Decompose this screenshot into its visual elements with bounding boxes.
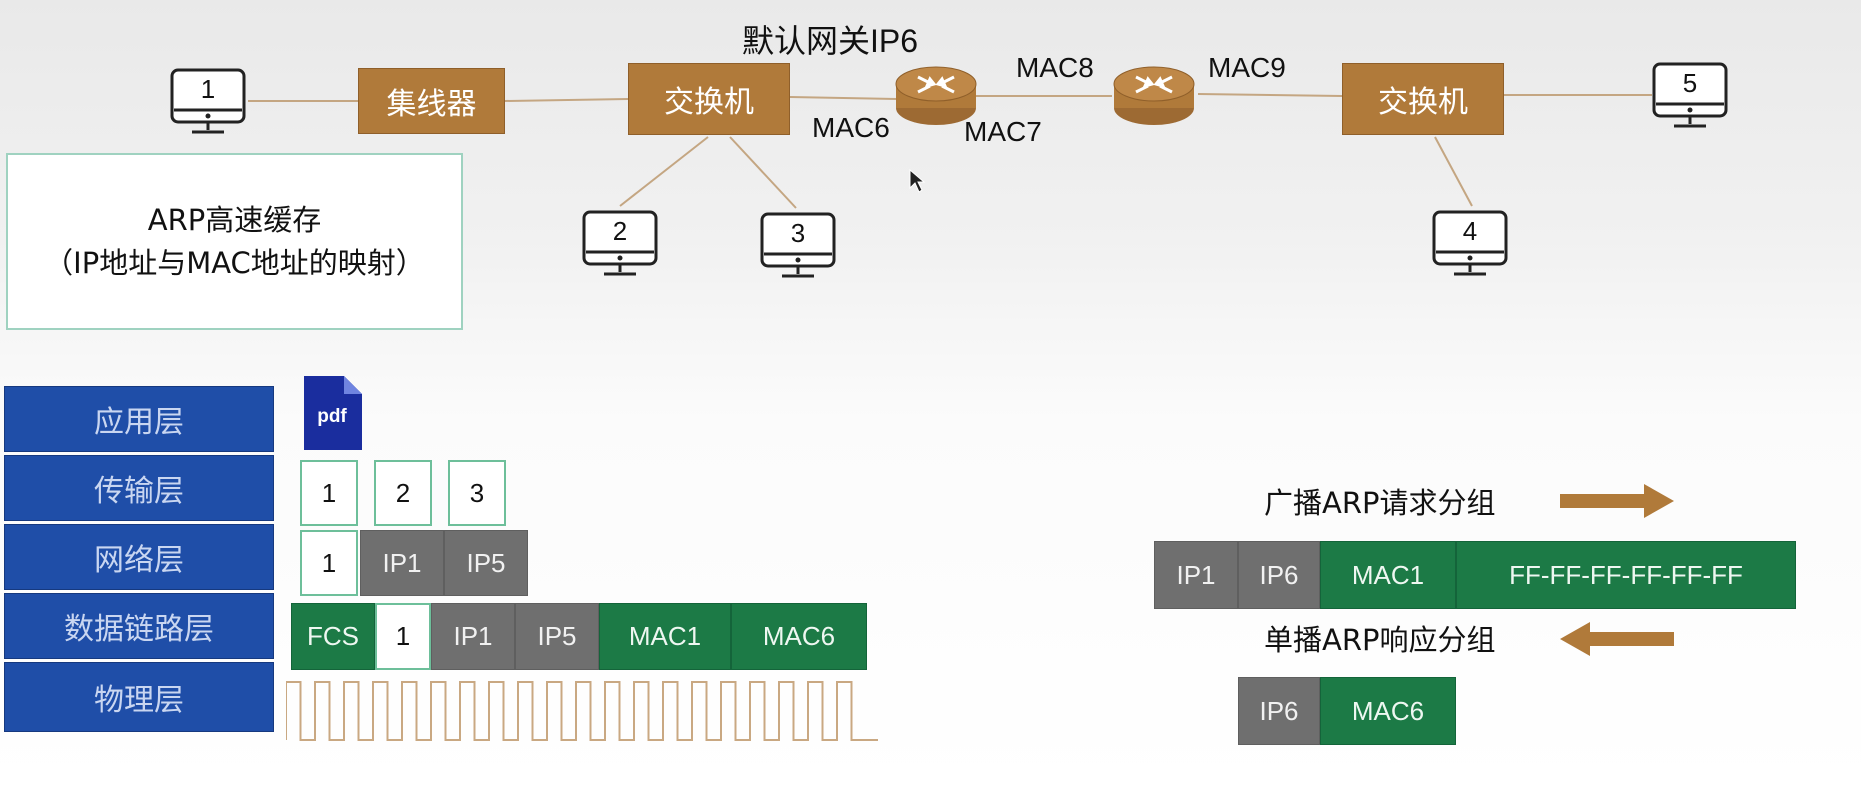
switch-right[interactable]: 交换机 — [1342, 63, 1504, 135]
segment-1: 1 — [300, 460, 358, 526]
mac7-label: MAC7 — [964, 116, 1042, 147]
layer-physical: 物理层 — [4, 662, 274, 732]
frame-src-mac: MAC1 — [599, 603, 731, 670]
pc-number: 2 — [612, 216, 628, 246]
arp-request-dst-ip: IP6 — [1238, 541, 1320, 609]
pc-number: 5 — [1682, 68, 1698, 98]
arrow-right-icon — [1560, 484, 1674, 518]
layer-datalink: 数据链路层 — [4, 593, 274, 659]
layer-transport: 传输层 — [4, 455, 274, 521]
pc-number: 1 — [200, 74, 216, 104]
mac6-label: MAC6 — [812, 112, 890, 143]
pdf-file-label: pdf — [317, 406, 347, 427]
frame-dst-mac: MAC6 — [731, 603, 867, 670]
layer-network: 网络层 — [4, 524, 274, 590]
mac9-label: MAC9 — [1208, 52, 1286, 83]
pc-number: 3 — [790, 218, 806, 248]
arp-request-src-ip: IP1 — [1154, 541, 1238, 609]
packet-src-ip: IP1 — [360, 530, 444, 596]
arp-cache-subtitle: （IP地址与MAC地址的映射） — [44, 245, 425, 280]
mouse-cursor-icon — [909, 168, 926, 193]
pc-1[interactable]: 1 — [170, 68, 246, 142]
pc-4[interactable]: 4 — [1432, 210, 1508, 284]
pc-5[interactable]: 5 — [1652, 62, 1728, 136]
frame-src-ip: IP1 — [431, 603, 515, 670]
arp-cache-box: ARP高速缓存 （IP地址与MAC地址的映射） — [6, 153, 463, 330]
pc-number: 4 — [1462, 216, 1478, 246]
frame-fcs: FCS — [291, 603, 375, 670]
pc-3[interactable]: 3 — [760, 212, 836, 286]
gateway-label: 默认网关IP6 — [742, 23, 919, 59]
packet-data: 1 — [300, 530, 358, 596]
switch-left[interactable]: 交换机 — [628, 63, 790, 135]
mac8-label: MAC8 — [1016, 52, 1094, 83]
hub[interactable]: 集线器 — [358, 68, 505, 134]
segment-3: 3 — [448, 460, 506, 526]
pdf-file-icon: pdf — [300, 372, 364, 454]
frame-data: 1 — [375, 603, 431, 670]
arrow-left-icon — [1560, 622, 1674, 656]
arp-reply-src-ip: IP6 — [1238, 677, 1320, 745]
pc-2[interactable]: 2 — [582, 210, 658, 284]
segment-2: 2 — [374, 460, 432, 526]
physical-signal-waveform — [286, 681, 878, 741]
arp-reply-caption: 单播ARP响应分组 — [1264, 623, 1496, 657]
packet-dst-ip: IP5 — [444, 530, 528, 596]
router-right[interactable] — [1112, 62, 1196, 132]
arp-reply-src-mac: MAC6 — [1320, 677, 1456, 745]
layer-application: 应用层 — [4, 386, 274, 452]
arp-request-dst-mac: FF-FF-FF-FF-FF-FF — [1456, 541, 1796, 609]
frame-dst-ip: IP5 — [515, 603, 599, 670]
arp-request-caption: 广播ARP请求分组 — [1264, 486, 1496, 520]
router-icon — [1113, 66, 1195, 125]
arp-request-src-mac: MAC1 — [1320, 541, 1456, 609]
arp-cache-title: ARP高速缓存 — [147, 203, 322, 238]
